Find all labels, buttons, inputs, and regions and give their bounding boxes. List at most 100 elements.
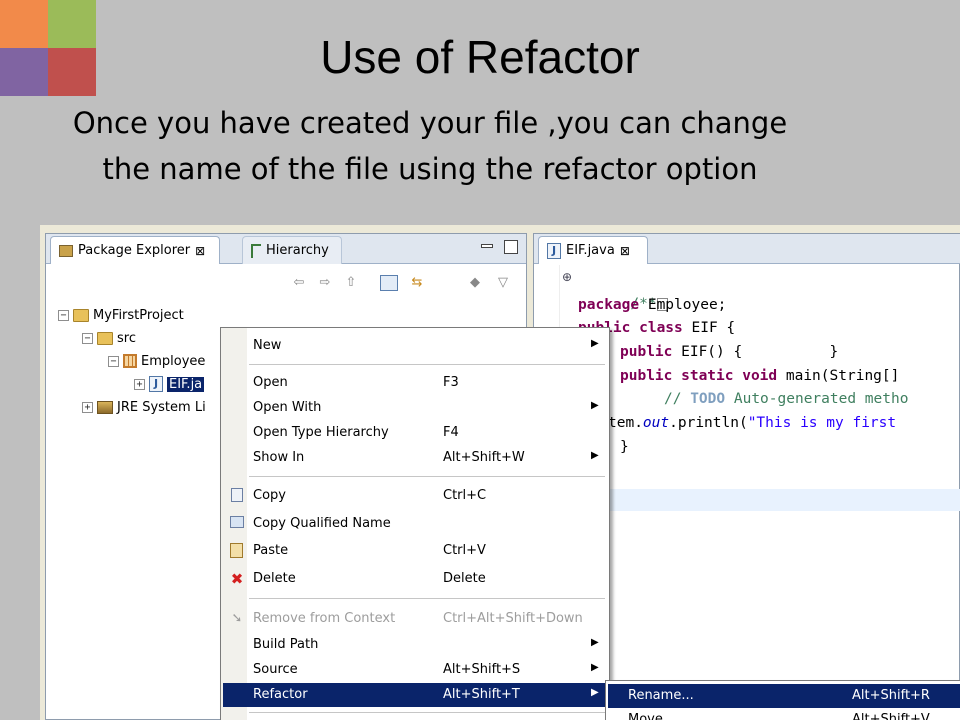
menu-item-new[interactable]: New ▶: [223, 334, 607, 358]
submenu-arrow-icon: ▶: [591, 450, 599, 461]
submenu-arrow-icon: ▶: [591, 687, 599, 698]
context-menu: New ▶ Open F3 Open With ▶ Open Type Hier…: [220, 327, 610, 720]
tree-item-java-file[interactable]: + J EIF.ja: [134, 373, 205, 395]
menu-separator: [249, 598, 605, 599]
code-line[interactable]: // TODO Auto-generated metho: [664, 388, 908, 411]
tab-package-explorer-label: Package Explorer: [78, 243, 191, 258]
menu-separator: [249, 476, 605, 477]
remove-context-icon: ➘: [231, 611, 243, 626]
close-icon[interactable]: ⊠: [195, 244, 205, 258]
menu-item-label: Rename...: [628, 688, 694, 703]
menu-item-shortcut: Alt+Shift+R: [852, 688, 930, 703]
package-explorer-toolbar: ⇦ ⇨ ⇧ ⇆ ◆ ▽: [46, 265, 526, 299]
code-keyword: public static void: [620, 368, 778, 384]
menu-separator: [249, 712, 605, 713]
code-text: EIF() { }: [672, 344, 839, 360]
expand-icon[interactable]: +: [134, 378, 145, 390]
menu-item-label: Show In: [253, 450, 305, 465]
menu-item-copy-qualified-name[interactable]: Copy Qualified Name: [223, 512, 607, 536]
menu-item-shortcut: F3: [443, 375, 459, 390]
submenu-item-rename[interactable]: Rename... Alt+Shift+R: [608, 684, 960, 708]
code-string: "This is my first: [747, 415, 897, 431]
package-explorer-icon: [59, 244, 73, 257]
java-file-icon: J: [149, 376, 163, 392]
menu-item-label: Copy: [253, 488, 286, 503]
expand-icon[interactable]: +: [82, 401, 93, 413]
menu-item-label: Build Path: [253, 637, 319, 652]
back-arrow-icon[interactable]: ⇦: [290, 275, 308, 291]
link-editor-icon[interactable]: ⇆: [408, 275, 426, 291]
code-line[interactable]: /**: [578, 270, 668, 312]
tab-package-explorer[interactable]: Package Explorer ⊠: [50, 236, 220, 264]
submenu-item-move[interactable]: Move... Alt+Shift+V: [608, 708, 960, 720]
code-text: Employee;: [639, 297, 727, 313]
menu-item-paste[interactable]: Paste Ctrl+V: [223, 539, 607, 563]
subtitle-line-2: the name of the file using the refactor …: [102, 152, 758, 186]
menu-item-open[interactable]: Open F3: [223, 371, 607, 395]
tab-hierarchy[interactable]: Hierarchy: [242, 236, 342, 264]
paste-icon: [230, 543, 243, 558]
package-icon: [123, 354, 137, 368]
code-line[interactable]: public static void main(String[]: [620, 365, 899, 388]
minimize-icon[interactable]: [480, 240, 494, 254]
tree-item-project[interactable]: − MyFirstProject: [58, 304, 184, 326]
maximize-icon[interactable]: [504, 240, 518, 254]
code-text: EIF {: [682, 320, 736, 336]
code-text: }: [620, 439, 629, 455]
code-line[interactable]: tem.out.println("This is my first: [608, 412, 896, 435]
menu-item-shortcut: Alt+Shift+T: [443, 687, 520, 702]
menu-item-delete[interactable]: ✖ Delete Delete: [223, 567, 607, 591]
view-menu-icon[interactable]: ◆: [466, 275, 484, 291]
submenu-arrow-icon: ▶: [591, 338, 599, 349]
menu-item-label: Open With: [253, 400, 322, 415]
forward-arrow-icon[interactable]: ⇨: [316, 275, 334, 291]
project-folder-icon: [73, 308, 89, 322]
menu-item-refactor[interactable]: Refactor Alt+Shift+T ▶: [223, 683, 607, 707]
submenu-arrow-icon: ▶: [591, 662, 599, 673]
submenu-arrow-icon: ▶: [591, 637, 599, 648]
menu-item-label: Remove from Context: [253, 611, 396, 626]
code-line[interactable]: }: [620, 436, 629, 459]
menu-item-copy[interactable]: Copy Ctrl+C: [223, 484, 607, 508]
collapse-all-icon[interactable]: [380, 275, 398, 291]
collapse-icon[interactable]: −: [82, 332, 93, 344]
copy-icon: [231, 488, 243, 502]
code-keyword: package: [578, 297, 640, 313]
subtitle-line-1: Once you have created your file ,you can…: [72, 106, 788, 140]
source-folder-icon: [97, 331, 113, 345]
code-todo: TODO: [690, 391, 726, 407]
menu-separator: [249, 364, 605, 365]
code-line[interactable]: public EIF() { }: [620, 341, 838, 364]
tab-eif-java[interactable]: J EIF.java ⊠: [538, 236, 648, 264]
collapse-icon[interactable]: −: [108, 355, 119, 367]
menu-item-open-type-hierarchy[interactable]: Open Type Hierarchy F4: [223, 421, 607, 445]
menu-item-open-with[interactable]: Open With ▶: [223, 396, 607, 420]
menu-item-label: Open: [253, 375, 288, 390]
code-line[interactable]: package Employee;: [578, 294, 726, 317]
tree-item-src[interactable]: − src: [82, 327, 136, 349]
menu-item-label: Move...: [628, 712, 676, 720]
menu-item-label: New: [253, 338, 282, 353]
submenu-arrow-icon: ▶: [591, 400, 599, 411]
chevron-down-icon[interactable]: ▽: [494, 275, 512, 291]
copy-qualified-icon: [230, 516, 244, 528]
code-text: .println(: [669, 415, 748, 431]
tree-item-jre[interactable]: + JRE System Li: [82, 396, 206, 418]
menu-item-show-in[interactable]: Show In Alt+Shift+W ▶: [223, 446, 607, 470]
up-icon[interactable]: ⇧: [342, 275, 360, 291]
slide-title: Use of Refactor: [320, 31, 640, 83]
menu-item-shortcut: Alt+Shift+V: [852, 712, 930, 720]
fold-expand-icon[interactable]: ⊕: [562, 270, 572, 284]
menu-item-build-path[interactable]: Build Path ▶: [223, 633, 607, 657]
tab-hierarchy-label: Hierarchy: [266, 243, 329, 258]
close-icon[interactable]: ⊠: [620, 244, 630, 258]
editor-tab-bar: J EIF.java ⊠: [534, 234, 960, 264]
tree-item-package[interactable]: − Employee: [108, 350, 205, 372]
menu-item-remove-from-context: ➘ Remove from Context Ctrl+Alt+Shift+Dow…: [223, 607, 607, 631]
code-field: out: [642, 415, 670, 431]
tree-item-label: Employee: [141, 353, 206, 369]
menu-item-source[interactable]: Source Alt+Shift+S ▶: [223, 658, 607, 682]
collapse-icon[interactable]: −: [58, 309, 69, 321]
tree-item-label: src: [117, 330, 136, 346]
menu-item-shortcut: Ctrl+Alt+Shift+Down: [443, 611, 583, 626]
